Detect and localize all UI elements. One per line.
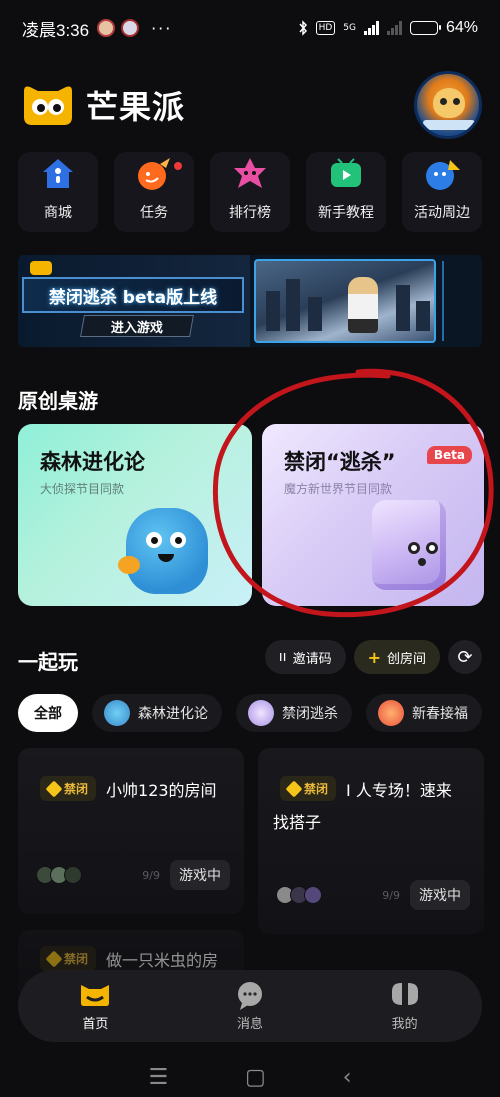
banner-title: 禁闭逃杀 beta版上线	[48, 287, 218, 308]
quick-nav: 商城 任务 排行榜 新手教程 活动周边	[18, 152, 482, 232]
create-room-button[interactable]: + 创房间	[353, 640, 440, 674]
section-title-original-games: 原创桌游	[18, 389, 98, 413]
bottom-tab-bar: 首页 消息 我的	[18, 970, 482, 1042]
cube-mascot-icon	[248, 700, 274, 726]
section-title-play-together: 一起玩	[18, 650, 78, 674]
battery-icon	[409, 21, 441, 35]
nav-events-label: 活动周边	[414, 205, 470, 221]
cube-tag-icon	[45, 950, 63, 967]
game-tag: 禁闭	[40, 776, 97, 801]
nav-task-label: 任务	[140, 205, 168, 221]
invite-code-button[interactable]: ıı 邀请码	[264, 640, 346, 674]
leaderboard-icon	[232, 156, 268, 192]
plus-icon: +	[367, 647, 381, 667]
filter-chip-spring[interactable]: 新春接福	[366, 694, 482, 732]
forest-mascot-icon	[126, 508, 208, 594]
nav-tutorial-label: 新手教程	[318, 205, 374, 221]
nav-tutorial-button[interactable]: 新手教程	[306, 152, 386, 232]
player-count: 9/9	[142, 868, 160, 882]
game-card-title: 森林进化论	[40, 450, 145, 474]
game-tag: 禁闭	[280, 776, 337, 801]
shop-icon	[40, 156, 76, 192]
refresh-button[interactable]: ⟳	[448, 640, 482, 674]
tab-home[interactable]: 首页	[50, 981, 140, 1032]
room-actions: ıı 邀请码 + 创房间 ⟳	[264, 640, 482, 674]
player-count: 9/9	[382, 888, 400, 902]
tab-messages[interactable]: 消息	[205, 981, 295, 1032]
tab-messages-label: 消息	[236, 1016, 263, 1032]
player-avatars	[276, 886, 322, 904]
tab-profile[interactable]: 我的	[360, 981, 450, 1032]
filter-chip-all[interactable]: 全部	[18, 694, 78, 732]
game-card-subtitle: 魔方新世界节目同款	[284, 482, 393, 496]
nav-shop-button[interactable]: 商城	[18, 152, 98, 232]
battery-percent: 64%	[445, 19, 478, 36]
room-card[interactable]: 禁闭 小帅123的房间 9/9 游戏中	[18, 748, 244, 914]
game-card-title: 禁闭“逃杀”	[284, 450, 396, 474]
room-name-continued: 找搭子	[273, 813, 322, 832]
enter-game-button[interactable]: 进入游戏	[80, 315, 194, 337]
nav-events-button[interactable]: 活动周边	[402, 152, 482, 232]
room-name: I 人专场！速来	[346, 781, 452, 800]
tutorial-icon	[328, 156, 364, 192]
network-type: 5G	[343, 22, 356, 33]
barcode-icon: ıı	[278, 649, 287, 665]
cube-mascot-icon	[372, 500, 446, 590]
room-status-badge: 游戏中	[170, 860, 230, 890]
room-name: 小帅123的房间	[106, 781, 217, 800]
cube-tag-icon	[45, 780, 63, 797]
signal-icon	[363, 21, 379, 35]
banner-title-box: 禁闭逃杀 beta版上线	[22, 277, 244, 313]
forest-mascot-icon	[104, 700, 130, 726]
events-icon	[424, 156, 460, 192]
game-card-subtitle: 大侦探节目同款	[40, 482, 125, 496]
room-status-badge: 游戏中	[410, 880, 470, 910]
beta-badge: Beta	[426, 446, 472, 464]
task-icon	[136, 156, 182, 192]
tab-profile-label: 我的	[391, 1016, 418, 1032]
system-nav-bar: ☰ ▢ ‹	[0, 1058, 500, 1097]
paw-icon	[118, 556, 140, 574]
game-card-forbidden[interactable]: 禁闭“逃杀” Beta 魔方新世界节目同款	[262, 424, 484, 606]
mango-logo-icon	[30, 261, 52, 275]
tab-home-label: 首页	[82, 1016, 109, 1032]
room-card[interactable]: 禁闭 I 人专场！速来 找搭子 9/9 游戏中	[258, 748, 484, 934]
status-indicators: HD 5G 64%	[298, 19, 478, 37]
filter-chip-forest[interactable]: 森林进化论	[92, 694, 222, 732]
game-filter-chips: 全部 森林进化论 禁闭逃杀 新春接福	[18, 694, 500, 732]
nav-task-button[interactable]: 任务	[114, 152, 194, 232]
home-button[interactable]: ▢	[245, 1065, 266, 1090]
app-screen: 凌晨3:36 ··· HD 5G 64% 芒果派 商城 任务 排行榜 新手教程 …	[0, 0, 500, 1097]
spring-festival-icon	[378, 700, 404, 726]
game-tag: 禁闭	[40, 946, 97, 971]
notification-avatar-icon	[97, 19, 116, 37]
message-icon	[234, 981, 266, 1010]
mango-logo-icon	[18, 81, 78, 129]
profile-icon	[389, 981, 421, 1007]
status-bar: 凌晨3:36 ··· HD 5G 64%	[0, 0, 500, 56]
app-header: 芒果派	[18, 70, 482, 140]
promo-banner[interactable]: 禁闭逃杀 beta版上线 进入游戏	[18, 255, 482, 347]
nav-shop-label: 商城	[44, 205, 72, 221]
more-notifications-icon: ···	[151, 18, 173, 38]
cube-tag-icon	[285, 780, 303, 797]
notification-avatar-icon	[121, 19, 140, 37]
banner-game-art	[254, 259, 436, 343]
user-avatar[interactable]	[414, 71, 482, 139]
bluetooth-icon	[298, 20, 307, 36]
hd-badge: HD	[315, 21, 336, 35]
nav-leaderboard-button[interactable]: 排行榜	[210, 152, 290, 232]
player-avatars	[36, 866, 82, 884]
game-card-forest[interactable]: 森林进化论 大侦探节目同款	[18, 424, 252, 606]
recent-apps-button[interactable]: ☰	[148, 1065, 168, 1090]
home-icon	[79, 981, 111, 1007]
filter-chip-forbidden[interactable]: 禁闭逃杀	[236, 694, 352, 732]
signal-icon-sim2	[386, 21, 402, 35]
back-button[interactable]: ‹	[343, 1065, 352, 1090]
app-name: 芒果派	[86, 88, 186, 126]
status-time: 凌晨3:36	[22, 20, 90, 40]
nav-leaderboard-label: 排行榜	[229, 205, 271, 221]
refresh-icon: ⟳	[457, 646, 473, 668]
